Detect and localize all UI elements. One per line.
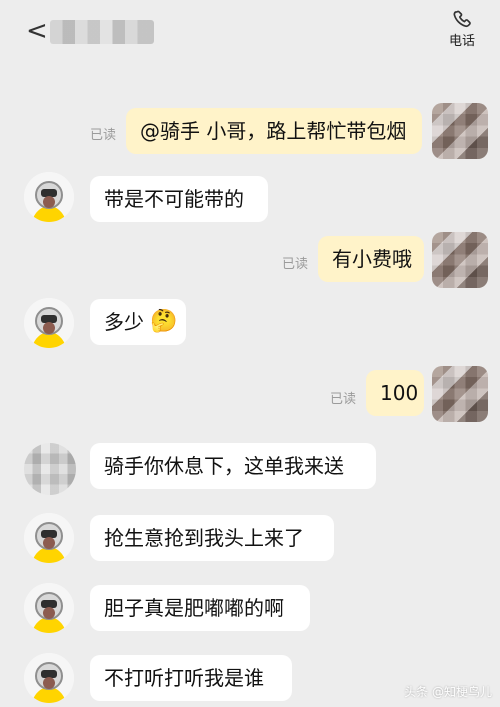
back-button[interactable]: < bbox=[26, 16, 48, 46]
rider-avatar-icon bbox=[24, 583, 74, 633]
message-bubble-left: 带是不可能带的 bbox=[90, 176, 268, 222]
rider-avatar-icon bbox=[24, 298, 74, 348]
read-status: 已读 bbox=[90, 128, 117, 143]
phone-icon bbox=[453, 10, 471, 28]
message-text: 骑手你休息下，这单我来送 bbox=[104, 454, 344, 478]
rider-avatar bbox=[24, 583, 74, 633]
rider-avatar-icon bbox=[24, 653, 74, 703]
message-bubble-left: 抢生意抢到我头上来了 bbox=[90, 515, 334, 561]
rider-avatar bbox=[24, 172, 74, 222]
rider-avatar bbox=[24, 513, 74, 563]
chat-title-blurred bbox=[50, 20, 154, 44]
rider-avatar bbox=[24, 298, 74, 348]
message-bubble-left: 不打听打听我是谁 bbox=[90, 655, 292, 701]
message-bubble-right: 有小费哦 bbox=[318, 236, 424, 282]
message-bubble-right: @骑手 小哥，路上帮忙带包烟 bbox=[126, 108, 422, 154]
read-status: 已读 bbox=[330, 392, 357, 407]
rider-avatar-icon bbox=[24, 513, 74, 563]
user-avatar-right bbox=[432, 103, 488, 159]
read-status: 已读 bbox=[282, 257, 309, 272]
call-label: 电话 bbox=[448, 34, 475, 49]
message-text: 带是不可能带的 bbox=[104, 187, 244, 211]
rider-avatar bbox=[24, 653, 74, 703]
message-bubble-right: 100 bbox=[366, 370, 424, 416]
other-user-avatar-blurred bbox=[24, 443, 76, 495]
user-avatar-right bbox=[432, 232, 488, 288]
user-avatar-right bbox=[432, 366, 488, 422]
message-text: 不打听打听我是谁 bbox=[104, 666, 264, 690]
message-text: 胆子真是肥嘟嘟的啊 bbox=[104, 596, 284, 620]
chat-header: < 电话 bbox=[0, 0, 500, 60]
rider-avatar-icon bbox=[24, 172, 74, 222]
message-text: @骑手 小哥，路上帮忙带包烟 bbox=[140, 119, 407, 143]
message-bubble-left: 多少 🤔 bbox=[90, 299, 186, 345]
message-text: 抢生意抢到我头上来了 bbox=[104, 526, 304, 550]
message-text: 多少 bbox=[104, 310, 144, 334]
watermark: 头条 @知梗鸟儿 bbox=[404, 685, 492, 699]
thinking-face-icon: 🤔 bbox=[150, 309, 178, 334]
message-bubble-left: 骑手你休息下，这单我来送 bbox=[90, 443, 376, 489]
message-text: 100 bbox=[380, 381, 419, 405]
message-text: 有小费哦 bbox=[332, 247, 412, 271]
message-bubble-left: 胆子真是肥嘟嘟的啊 bbox=[90, 585, 310, 631]
call-button[interactable]: 电话 bbox=[442, 8, 482, 54]
